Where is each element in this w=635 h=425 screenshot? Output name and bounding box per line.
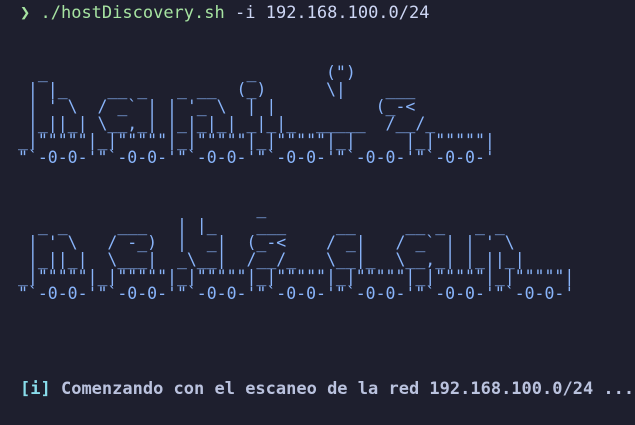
info-tag: [i] [20,379,51,399]
command-argument: 192.168.100.0/24 [265,3,430,23]
status-text: Comenzando con el escaneo de la red 192.… [60,379,635,399]
command-name: ./hostDiscovery.sh [40,3,225,23]
ascii-banner-bottom: _ _ _ ___ | |_ ___ __ __ _ _ _ | ' \ / -… [18,199,575,303]
status-message: [i] Comenzando con el escaneo de la red … [20,378,634,400]
terminal-window[interactable]: ❯ ./hostDiscovery.sh -i 192.168.100.0/24… [0,0,635,425]
prompt-arrow-icon: ❯ [20,3,31,23]
command-flag: -i [234,3,256,23]
command-line: ❯ ./hostDiscovery.sh -i 192.168.100.0/24 [20,2,429,24]
ascii-banner-top: _ _ (") | |_ __ _ _ __ (_) \| ___ | ' \ … [18,63,495,167]
